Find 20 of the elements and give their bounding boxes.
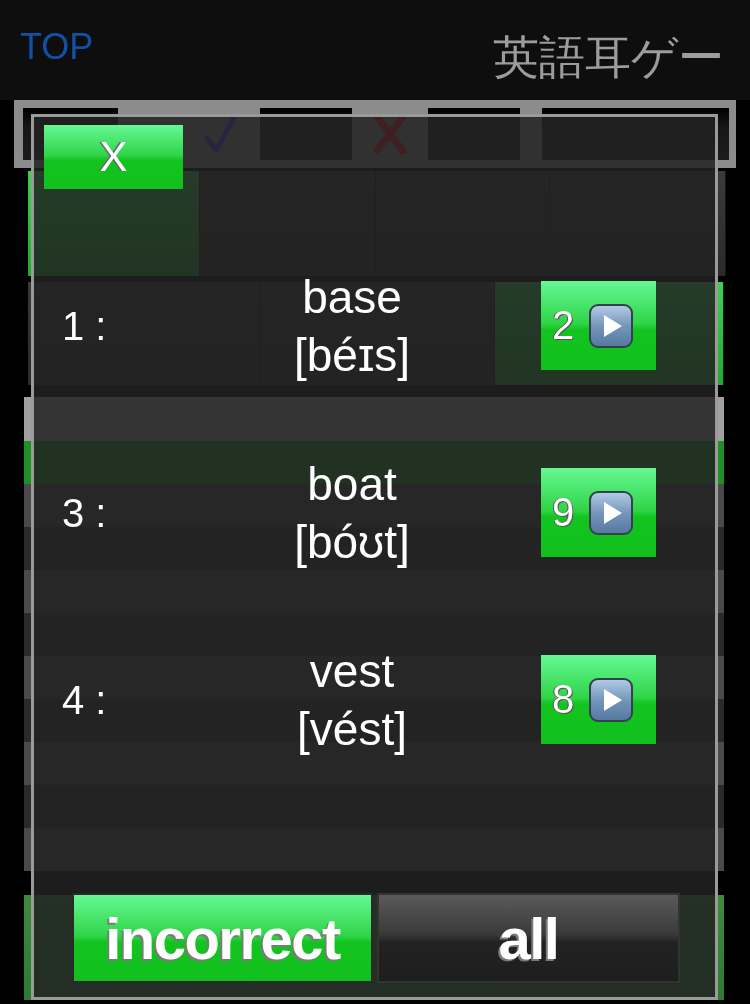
item-number: 3 : xyxy=(62,489,108,536)
word-text: base xyxy=(302,269,402,325)
pronunciation-text: [béɪs] xyxy=(293,327,411,383)
word-text: boat xyxy=(307,456,397,512)
item-number: 4 : xyxy=(62,676,108,723)
item-number: 1 : xyxy=(62,302,108,349)
play-button[interactable]: 2 xyxy=(541,281,656,370)
close-button[interactable]: X xyxy=(44,125,183,189)
filter-tab[interactable]: all xyxy=(377,893,680,983)
play-button[interactable]: 8 xyxy=(541,655,656,744)
screen-title: 英語耳ゲー xyxy=(493,31,724,83)
word-text: vest xyxy=(309,643,395,699)
play-icon xyxy=(589,490,634,535)
pronunciation-text: [bóʊt] xyxy=(294,514,410,570)
filter-tab[interactable]: incorrect xyxy=(72,893,373,983)
pronunciation-text: [vést] xyxy=(297,701,407,757)
play-icon xyxy=(589,677,634,722)
play-button[interactable]: 9 xyxy=(541,468,656,557)
play-icon xyxy=(589,303,634,348)
top-link[interactable]: TOP xyxy=(20,27,94,67)
